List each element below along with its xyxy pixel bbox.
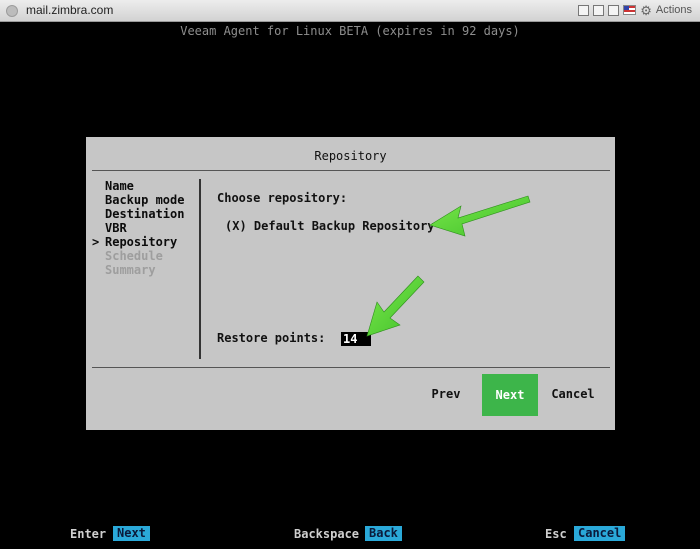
window-close-button[interactable]	[6, 5, 18, 17]
actions-menu[interactable]: Actions	[656, 4, 692, 16]
prev-button[interactable]: Prev	[426, 387, 466, 401]
footer-key-hints: Enter Next Backspace Back Esc Cancel	[0, 526, 700, 542]
cancel-button[interactable]: Cancel	[548, 387, 598, 401]
toolbar-icons: ⚙ Actions	[578, 4, 692, 17]
wizard-steps: Name Backup mode Destination VBR > Reposi…	[92, 179, 198, 277]
dialog-title: Repository	[314, 149, 387, 163]
repository-dialog: Repository Name Backup mode Destination …	[86, 137, 615, 430]
restore-points-label: Restore points:	[217, 331, 326, 345]
footer-next-action[interactable]: Next	[113, 526, 150, 541]
current-step-marker: >	[92, 235, 100, 249]
wizard-step-repository: > Repository	[92, 235, 178, 249]
divider	[92, 367, 610, 368]
window-titlebar: mail.zimbra.com ⚙ Actions	[0, 0, 700, 22]
window-title: mail.zimbra.com	[26, 3, 114, 17]
wizard-step-backup-mode: Backup mode	[105, 193, 185, 207]
screenshot-icon[interactable]	[578, 4, 590, 16]
repository-option-radio[interactable]: (X) Default Backup Repository	[225, 219, 435, 233]
wizard-step-summary: Summary	[105, 263, 156, 277]
divider	[92, 170, 610, 171]
wizard-step-schedule: Schedule	[105, 249, 163, 263]
next-button[interactable]: Next	[482, 374, 538, 416]
wizard-step-destination: Destination	[105, 207, 185, 221]
keyboard-layout-flag-icon[interactable]	[623, 5, 637, 15]
backspace-key-label: Backspace	[294, 527, 360, 541]
vertical-divider	[199, 179, 201, 359]
restore-points-input[interactable]: 14	[341, 332, 371, 346]
wizard-step-vbr: VBR	[105, 221, 127, 235]
terminal-header: Veeam Agent for Linux BETA (expires in 9…	[180, 24, 520, 38]
enter-key-label: Enter	[70, 527, 107, 541]
fullscreen-icon[interactable]	[608, 4, 620, 16]
esc-key-label: Esc	[545, 527, 567, 541]
gear-icon[interactable]: ⚙	[640, 4, 652, 17]
footer-cancel-action[interactable]: Cancel	[574, 526, 626, 541]
footer-back-action[interactable]: Back	[365, 526, 402, 541]
clipboard-icon[interactable]	[593, 4, 605, 16]
choose-repository-label: Choose repository:	[217, 191, 348, 205]
wizard-step-name: Name	[105, 179, 134, 193]
